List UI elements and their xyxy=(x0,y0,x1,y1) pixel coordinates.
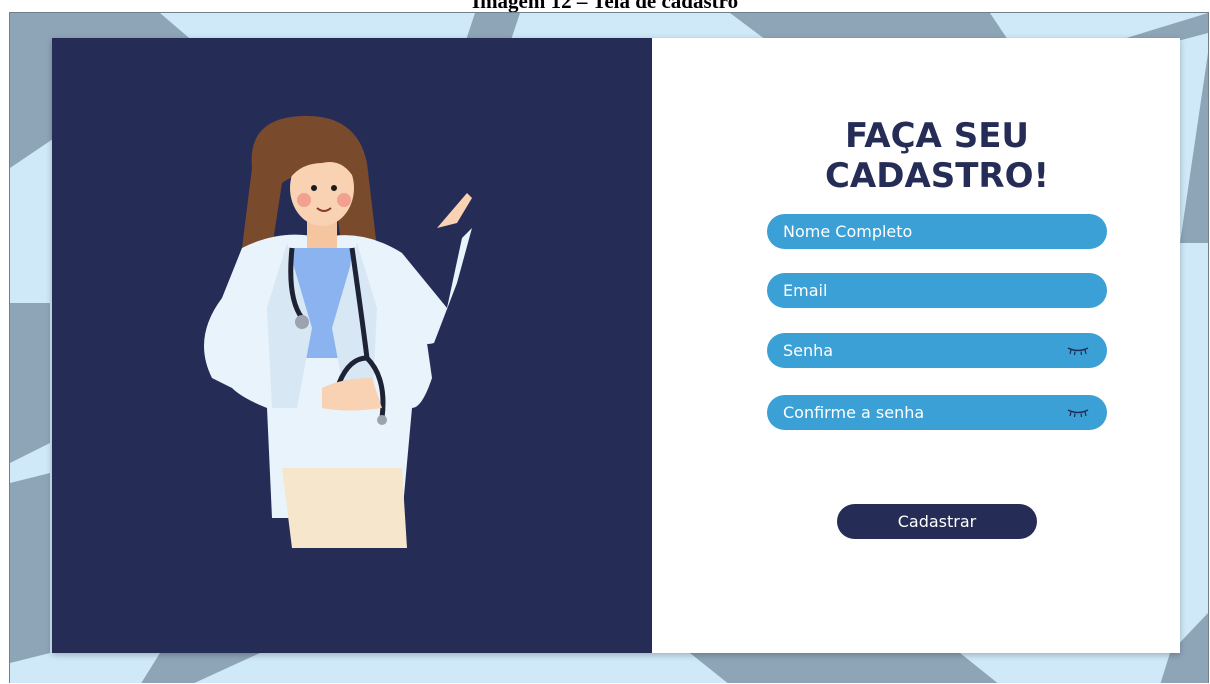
title-line-2: CADASTRO! xyxy=(824,156,1050,196)
doctor-illustration xyxy=(204,115,472,548)
page-title: FAÇA SEU CADASTRO! xyxy=(767,116,1107,196)
eye-closed-icon[interactable] xyxy=(1067,407,1089,417)
signup-button[interactable]: Cadastrar xyxy=(837,504,1037,539)
eye-closed-icon[interactable] xyxy=(1067,345,1089,355)
form-panel: FAÇA SEU CADASTRO! Nome Completo Email S… xyxy=(652,38,1180,653)
confirm-password-placeholder: Confirme a senha xyxy=(783,403,925,422)
signup-button-label: Cadastrar xyxy=(897,512,977,531)
illustration-panel xyxy=(52,38,652,653)
title-line-1: FAÇA SEU xyxy=(844,116,1030,156)
password-placeholder: Senha xyxy=(783,341,834,360)
email-field[interactable]: Email xyxy=(767,273,1107,308)
signup-card: FAÇA SEU CADASTRO! Nome Completo Email S… xyxy=(52,38,1180,653)
email-placeholder: Email xyxy=(783,281,828,300)
full-name-field[interactable]: Nome Completo xyxy=(767,214,1107,249)
password-field[interactable]: Senha xyxy=(767,333,1107,368)
full-name-placeholder: Nome Completo xyxy=(783,222,913,241)
confirm-password-field[interactable]: Confirme a senha xyxy=(767,395,1107,430)
screen-frame: FAÇA SEU CADASTRO! Nome Completo Email S… xyxy=(9,12,1209,683)
